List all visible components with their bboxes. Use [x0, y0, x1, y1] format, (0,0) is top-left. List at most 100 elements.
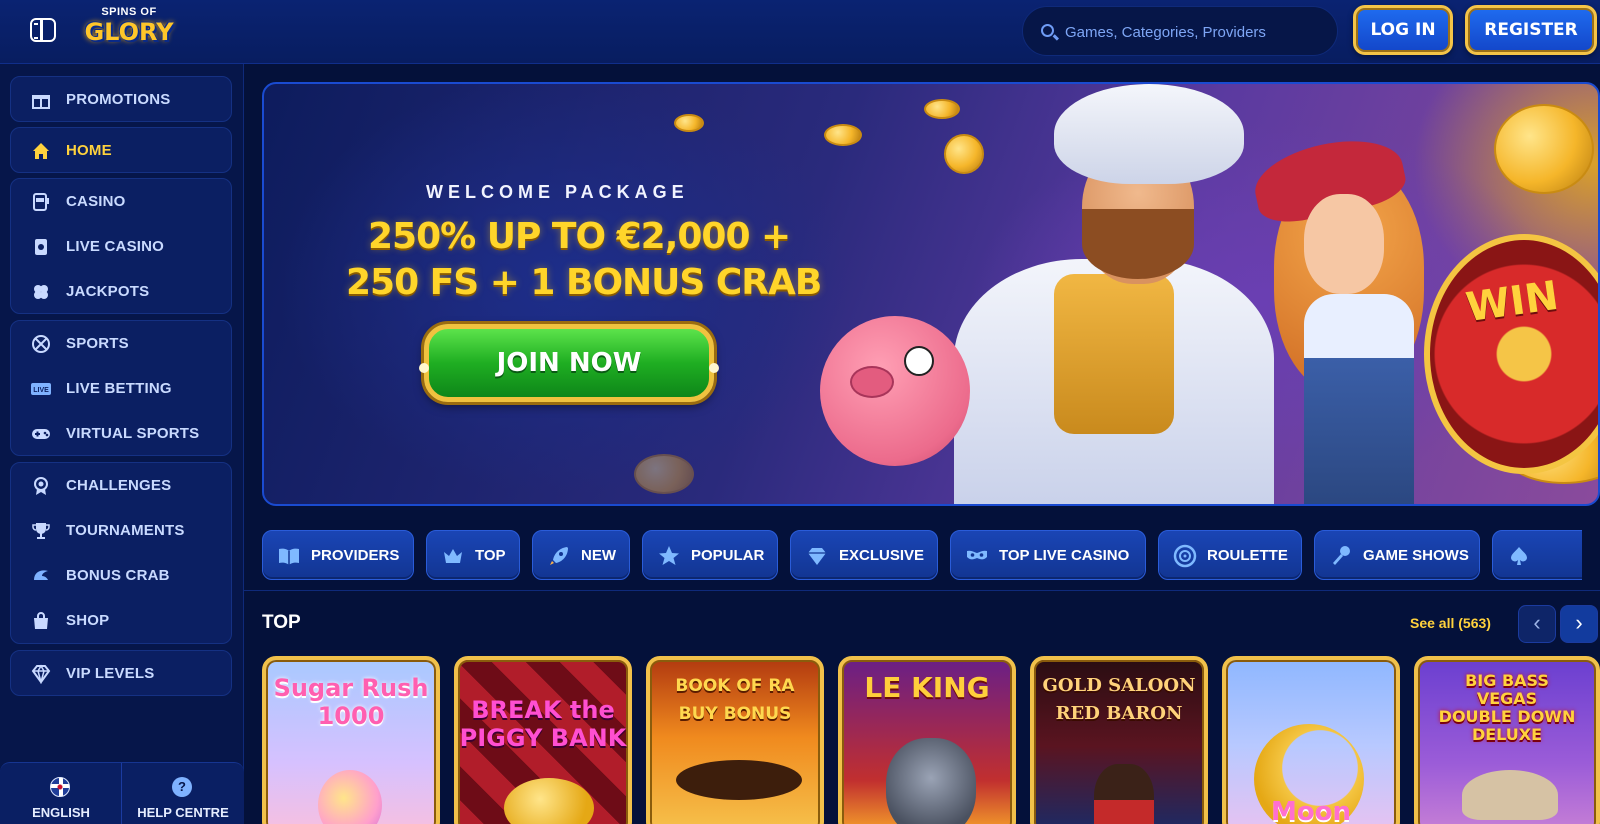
language-selector[interactable]: ENGLISH — [0, 763, 122, 824]
category-new[interactable]: NEW — [532, 530, 630, 580]
button-light-decoration — [419, 363, 429, 373]
category-providers[interactable]: PROVIDERS — [262, 530, 414, 580]
category-game-shows[interactable]: GAME SHOWS — [1314, 530, 1480, 580]
category-card-games[interactable] — [1492, 530, 1582, 580]
clover-icon — [31, 282, 51, 302]
diamond-icon — [805, 544, 829, 568]
crown-icon — [441, 544, 465, 568]
category-top[interactable]: TOP — [426, 530, 520, 580]
sidebar-item-challenges[interactable]: CHALLENGES — [11, 463, 233, 509]
category-label: EXCLUSIVE — [839, 547, 925, 564]
category-label: NEW — [581, 547, 616, 564]
game-title: Moon — [1270, 797, 1352, 824]
sidebar-group-sports: SPORTS LIVE LIVE BETTING VIRTUAL SPORTS — [10, 320, 232, 456]
language-label: ENGLISH — [32, 805, 90, 820]
slot-machine-icon — [31, 192, 51, 212]
home-icon — [31, 141, 51, 161]
candy-jar-illustration — [318, 770, 382, 824]
sidebar-group-rewards: CHALLENGES TOURNAMENTS BONUS CRAB SHOP — [10, 462, 232, 644]
sidebar-footer: ENGLISH ? HELP CENTRE — [0, 762, 244, 824]
category-top-live-casino[interactable]: TOP LIVE CASINO — [950, 530, 1146, 580]
game-card-le-king[interactable]: LE KING — [838, 656, 1016, 824]
sidebar-item-virtual-sports[interactable]: VIRTUAL SPORTS — [11, 411, 233, 457]
button-light-decoration — [709, 363, 719, 373]
game-card-sugar-rush-1000[interactable]: Sugar Rush 1000 — [262, 656, 440, 824]
cowboy-hat-illustration — [1462, 770, 1558, 820]
coin-decoration — [924, 99, 960, 119]
login-button[interactable]: LOG IN — [1353, 5, 1453, 55]
game-title: BOOK OF RA BUY BONUS — [675, 676, 795, 724]
sidebar-item-sports[interactable]: SPORTS — [11, 321, 233, 367]
live-icon: LIVE — [31, 379, 51, 399]
help-icon: ? — [172, 777, 192, 797]
help-label: HELP CENTRE — [137, 805, 229, 820]
sidebar-item-label: TOURNAMENTS — [66, 522, 185, 539]
sidebar-item-tournaments[interactable]: TOURNAMENTS — [11, 508, 233, 554]
game-card-gold-saloon-red-baron[interactable]: GOLD SALOON RED BARON — [1030, 656, 1208, 824]
game-card-book-of-ra[interactable]: BOOK OF RA BUY BONUS — [646, 656, 824, 824]
category-label: GAME SHOWS — [1363, 547, 1469, 564]
book-icon — [277, 544, 301, 568]
shopping-bag-icon — [31, 611, 51, 631]
see-all-link[interactable]: See all (563) — [1410, 615, 1491, 631]
gift-icon — [31, 90, 51, 110]
sidebar-group-promotions: PROMOTIONS — [10, 76, 232, 122]
star-icon — [657, 544, 681, 568]
carousel-prev-button[interactable]: ‹ — [1518, 605, 1556, 643]
crab-claw-icon — [31, 566, 51, 586]
section-title-top: TOP — [262, 612, 301, 633]
sidebar-item-jackpots[interactable]: JACKPOTS — [11, 269, 233, 315]
site-logo[interactable]: SPINS OF GLORY — [84, 6, 174, 54]
category-label: ROULETTE — [1207, 547, 1288, 564]
sidebar-item-label: VIP LEVELS — [66, 665, 155, 682]
sidebar-item-label: BONUS CRAB — [66, 567, 170, 584]
game-card-break-the-piggy-bank[interactable]: BREAK the PIGGY BANK — [454, 656, 632, 824]
sidebar-group-vip: VIP LEVELS — [10, 650, 232, 696]
game-card-big-bass-vegas[interactable]: BIG BASS VEGAS DOUBLE DOWN DELUXE — [1414, 656, 1600, 824]
roulette-icon — [1173, 544, 1197, 568]
sidebar-item-live-casino[interactable]: LIVE CASINO — [11, 224, 233, 270]
sidebar-item-shop[interactable]: SHOP — [11, 598, 233, 644]
join-now-button[interactable]: JOIN NOW — [419, 324, 719, 402]
sidebar-item-bonus-crab[interactable]: BONUS CRAB — [11, 553, 233, 599]
sidebar-item-label: SPORTS — [66, 335, 129, 352]
mask-icon — [965, 544, 989, 568]
coin-pile-decoration — [1494, 104, 1594, 194]
sidebar-item-promotions[interactable]: PROMOTIONS — [11, 77, 233, 123]
game-card-moon-princess[interactable]: Moon — [1222, 656, 1400, 824]
search-box[interactable] — [1022, 6, 1338, 56]
category-label: TOP LIVE CASINO — [999, 547, 1130, 564]
gold-piggy-illustration — [504, 778, 594, 824]
sidebar-item-label: HOME — [66, 142, 112, 159]
game-title: BREAK the PIGGY BANK — [459, 696, 627, 752]
cowgirl-face-illustration — [1304, 194, 1384, 294]
promo-banner[interactable]: WIN WELCOME PACKAGE 250% UP TO €2,000 + … — [262, 82, 1600, 506]
uk-flag-icon — [50, 777, 70, 797]
sidebar-toggle-icon[interactable] — [30, 18, 56, 42]
sidebar-item-casino[interactable]: CASINO — [11, 179, 233, 225]
help-centre-link[interactable]: ? HELP CENTRE — [122, 763, 244, 824]
search-input[interactable] — [1065, 19, 1325, 45]
logo-main-text: GLORY — [84, 18, 174, 46]
sidebar-item-label: JACKPOTS — [66, 283, 150, 300]
cowboy-vest-illustration — [1054, 274, 1174, 434]
register-button[interactable]: REGISTER — [1465, 5, 1597, 55]
sidebar-group-home: HOME — [10, 127, 232, 173]
category-popular[interactable]: POPULAR — [642, 530, 778, 580]
category-label: POPULAR — [691, 547, 765, 564]
banner-offer-line-2: 250 FS + 1 BONUS CRAB — [346, 262, 822, 303]
sidebar-item-home[interactable]: HOME — [11, 128, 233, 174]
join-now-label: JOIN NOW — [496, 348, 642, 378]
sidebar-item-vip-levels[interactable]: VIP LEVELS — [11, 651, 233, 697]
category-exclusive[interactable]: EXCLUSIVE — [790, 530, 938, 580]
cowboy-beard-illustration — [1082, 209, 1194, 279]
carousel-next-button[interactable]: › — [1560, 605, 1598, 643]
diamond-icon — [31, 664, 51, 685]
category-roulette[interactable]: ROULETTE — [1158, 530, 1302, 580]
coin-decoration — [824, 124, 862, 146]
svg-text:LIVE: LIVE — [33, 387, 49, 394]
gamepad-icon — [31, 424, 51, 444]
sidebar-item-live-betting[interactable]: LIVE LIVE BETTING — [11, 366, 233, 412]
search-icon — [1041, 24, 1054, 37]
sidebar-item-label: VIRTUAL SPORTS — [66, 425, 200, 442]
